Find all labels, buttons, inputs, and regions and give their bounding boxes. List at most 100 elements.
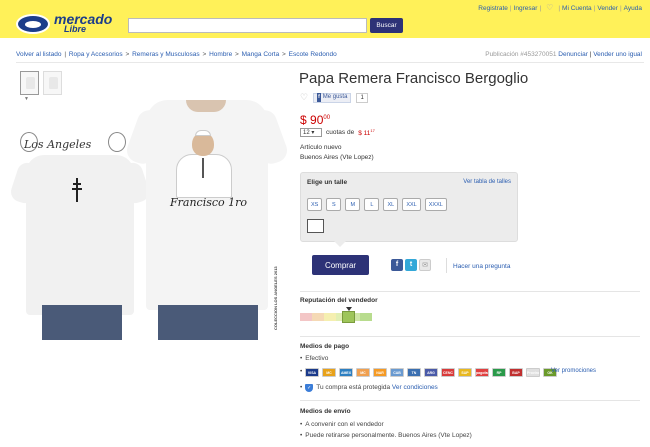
fb-like-label: Me gusta <box>322 94 348 100</box>
search-input[interactable] <box>128 18 367 33</box>
size-panel-pointer <box>334 241 346 247</box>
breadcrumb-item[interactable]: Remeras y Musculosas <box>132 51 200 58</box>
mercadolibre-logo[interactable]: mercado Libre <box>16 12 116 35</box>
payment-methods-title: Medios de pago <box>300 343 350 350</box>
pope-portrait-print <box>170 130 238 202</box>
search-button[interactable]: Buscar <box>370 18 403 33</box>
payment-method-icon: VISA <box>305 368 319 377</box>
help-link[interactable]: Ayuda <box>624 5 642 12</box>
breadcrumb-item[interactable]: Hombre <box>209 51 232 58</box>
size-option-xxl[interactable]: XXL <box>402 198 421 211</box>
sell-same-link[interactable]: Vender uno igual <box>593 51 642 58</box>
payment-method-icon: AMEX <box>339 368 353 377</box>
back-to-list-link[interactable]: Volver al listado <box>16 51 62 58</box>
shipping-option-label: A convenir con el vendedor <box>305 421 384 428</box>
sell-link[interactable]: Vender <box>597 5 618 12</box>
payment-method-icon: ARG <box>424 368 438 377</box>
payment-method-icon: RP <box>492 368 506 377</box>
size-option-s[interactable]: S <box>326 198 342 211</box>
shipping-methods-title: Medios de envío <box>300 408 351 415</box>
login-link[interactable]: Ingresar <box>514 5 538 12</box>
condition-text: Artículo nuevo <box>300 144 342 151</box>
section-divider <box>300 400 640 401</box>
size-option-xl[interactable]: XL <box>383 198 399 211</box>
facebook-like-button[interactable]: f Me gusta <box>313 92 352 103</box>
shipping-option: • Puede retirarse personalmente. Buenos A… <box>300 432 472 439</box>
size-selector-panel: Elige un talle Ver tabla de talles XS S … <box>300 172 518 242</box>
size-option-xs[interactable]: XS <box>307 198 323 211</box>
email-share-icon[interactable]: ✉ <box>419 259 431 271</box>
share-separator <box>446 258 447 273</box>
thumbnail-1[interactable] <box>20 71 39 95</box>
reputation-level-marker <box>342 311 355 323</box>
size-option-l[interactable]: L <box>364 198 380 211</box>
payment-method-icon: SUP <box>458 368 472 377</box>
payment-method-icon: NAR <box>373 368 387 377</box>
payment-cash: • Efectivo <box>300 355 329 362</box>
top-links: Registrate | Ingresar | ♡ | Mi Cuenta | Vender | A… <box>478 3 642 12</box>
publication-number: Publicación #453270051 <box>485 51 557 58</box>
seller-reputation-title: Reputación del vendedor <box>300 297 378 304</box>
product-price: $ 9000 <box>300 113 330 127</box>
payment-method-icon: CAB <box>390 368 404 377</box>
favorites-heart-icon[interactable]: ♡ <box>546 3 553 12</box>
collection-vertical-text: COLECCION LOS ANGELES 2013 <box>273 266 278 330</box>
product-title: Papa Remera Francisco Bergoglio <box>299 70 529 87</box>
installments-row: 12 ▾ cuotas de $ 1117 <box>300 128 375 137</box>
francisco-print: Francisco 1ro <box>170 196 248 209</box>
reputation-segment <box>300 313 312 321</box>
social-row: ♡ f Me gusta 1 <box>300 92 368 103</box>
breadcrumb-item[interactable]: Ropa y Accesorios <box>69 51 123 58</box>
logo-text: mercado Libre <box>54 12 112 34</box>
facebook-like-count: 1 <box>356 92 368 103</box>
register-link[interactable]: Registrate <box>478 5 508 12</box>
handshake-icon <box>16 14 50 34</box>
reputation-segment <box>360 313 372 321</box>
conditions-link[interactable]: Ver condiciones <box>392 384 438 391</box>
breadcrumb: Volver al listado | Ropa y Accesorios > … <box>16 51 337 58</box>
promotions-link[interactable]: Ver promociones <box>551 368 596 374</box>
product-image[interactable]: Los Angeles Francisco 1ro COLECCION LOS … <box>20 100 288 340</box>
color-swatch-white[interactable] <box>307 219 324 233</box>
installment-price: $ 1117 <box>358 128 375 137</box>
size-option-xxxl[interactable]: XXXL <box>424 198 447 211</box>
report-link[interactable]: Denunciar <box>558 51 588 58</box>
location-text: Buenos Aires (Vte Lopez) <box>300 154 374 161</box>
breadcrumb-item[interactable]: Escote Redondo <box>289 51 337 58</box>
favorite-heart-icon[interactable]: ♡ <box>300 92 308 103</box>
reputation-thermometer <box>300 313 372 321</box>
size-table-link[interactable]: Ver tabla de talles <box>463 179 511 185</box>
breadcrumb-item[interactable]: Manga Corta <box>242 51 280 58</box>
header-bar: mercado Libre Buscar Registrate | Ingresar… <box>0 0 650 38</box>
installment-price-dec: 17 <box>370 128 375 133</box>
shipping-option-label: Puede retirarse personalmente. Buenos Ai… <box>305 432 472 439</box>
cross-icon <box>72 178 82 202</box>
reputation-segment <box>324 313 336 321</box>
shield-check-icon: ✓ <box>305 384 314 392</box>
price-decimals: 00 <box>323 115 331 121</box>
installments-text: cuotas de <box>326 129 355 137</box>
jeans-back <box>42 305 122 340</box>
facebook-icon: f <box>317 93 321 102</box>
installments-value: 12 <box>303 130 310 137</box>
payment-method-icons: VISAMCAMEXMCNARCABTNARGCENCSUPpagofacilR… <box>305 368 557 377</box>
ask-question-link[interactable]: Hacer una pregunta <box>453 263 510 270</box>
price-integer: 90 <box>310 113 324 127</box>
payment-method-icon: MC <box>322 368 336 377</box>
size-selector-title: Elige un talle <box>307 179 348 186</box>
protection-text: Tu compra está protegida <box>316 384 391 391</box>
section-divider <box>300 336 640 337</box>
facebook-share-icon[interactable]: f <box>391 259 403 271</box>
buy-button[interactable]: Comprar <box>312 255 369 275</box>
payment-method-icon: Provincia <box>526 368 540 377</box>
thumbnail-2[interactable] <box>43 71 62 95</box>
size-option-m[interactable]: M <box>345 198 361 211</box>
payment-method-icon: CENC <box>441 368 455 377</box>
my-account-link[interactable]: Mi Cuenta <box>562 5 592 12</box>
installment-price-int: $ 11 <box>358 130 371 138</box>
share-icons: f t ✉ <box>391 259 431 271</box>
installments-select[interactable]: 12 ▾ <box>300 128 322 138</box>
shirt-collar <box>186 100 226 112</box>
twitter-share-icon[interactable]: t <box>405 259 417 271</box>
section-divider <box>300 291 640 292</box>
